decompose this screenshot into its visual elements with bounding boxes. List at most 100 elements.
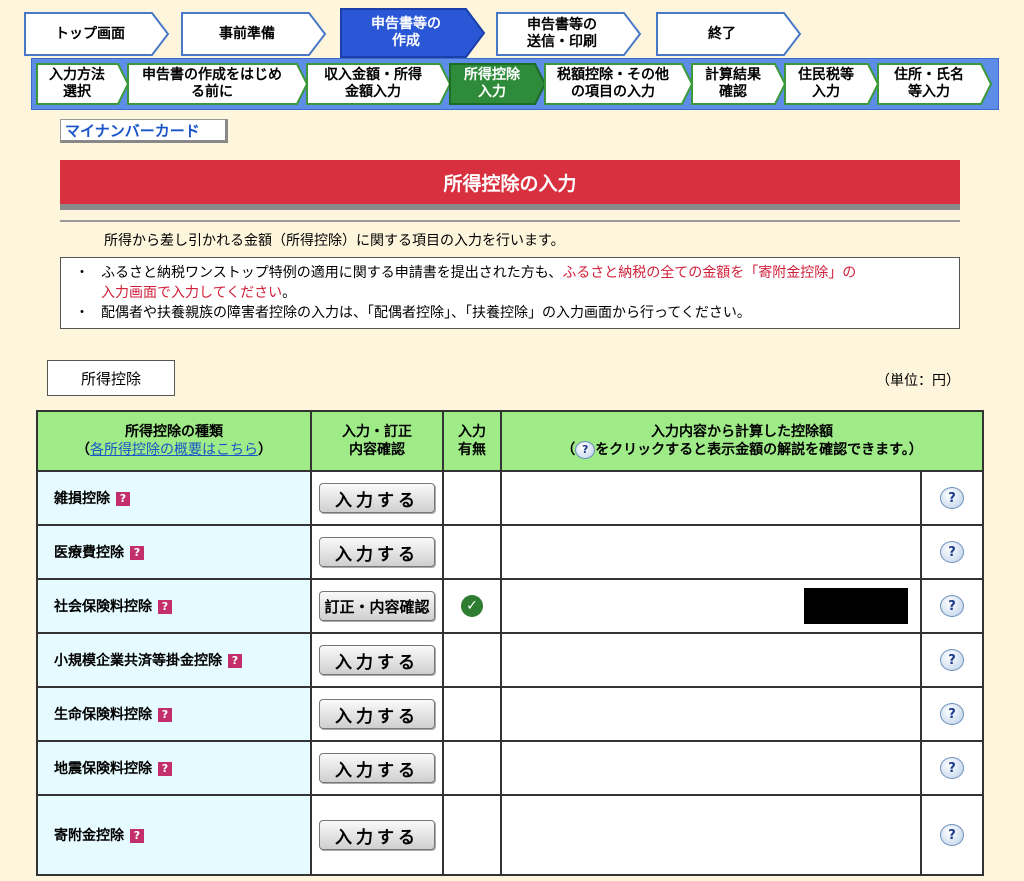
substep: 収入金額・所得 金額入力 <box>306 63 452 105</box>
substep-label: 住所・氏名 等入力 <box>894 67 964 100</box>
col-header-type: 所得控除の種類 （各所得控除の概要はこちら） <box>36 410 312 472</box>
title-underline <box>60 204 960 210</box>
substep: 住所・氏名 等入力 <box>877 63 993 105</box>
table-row: 地震保険料控除? 入力する ? <box>36 740 984 796</box>
substep-active: 所得控除 入力 <box>449 63 547 105</box>
progress-steps: トップ画面 事前準備 申告書等の 作成 申告書等の 送信・印刷 終了 <box>0 0 1024 60</box>
deduction-name: 寄附金控除 <box>54 828 124 844</box>
substep-label: 税額控除・その他 の項目の入力 <box>557 67 669 100</box>
substep: 税額控除・その他 の項目の入力 <box>544 63 694 105</box>
substep: 計算結果 確認 <box>691 63 787 105</box>
mynumber-card-label: マイナンバーカード <box>60 119 228 143</box>
question-mark-icon[interactable]: ? <box>158 600 172 614</box>
deduction-name: 医療費控除 <box>54 545 124 561</box>
amount-cell <box>500 740 922 796</box>
substep-label: 収入金額・所得 金額入力 <box>324 67 422 100</box>
col-header-entered: 入力 有無 <box>442 410 502 472</box>
table-row: 雑損控除? 入力する ? <box>36 470 984 526</box>
amount-cell <box>500 686 922 742</box>
step-prep: 事前準備 <box>181 12 327 56</box>
notice-box: ・ ふるさと納税ワンストップ特例の適用に関する申請書を提出された方も、ふるさと納… <box>60 257 960 329</box>
sub-progress-steps: 入力方法 選択 申告書の作成をはじめ る前に 収入金額・所得 金額入力 所得控除… <box>31 58 999 110</box>
deduction-name: 地震保険料控除 <box>54 761 152 777</box>
note1-warning-cont: 入力画面で入力してください <box>101 285 283 301</box>
amount-cell <box>500 578 922 634</box>
amount-cell <box>500 632 922 688</box>
input-button[interactable]: 入力する <box>319 753 435 783</box>
substep: 入力方法 選択 <box>36 63 130 105</box>
input-button[interactable]: 入力する <box>319 820 435 850</box>
step-top: トップ画面 <box>24 12 170 56</box>
table-row: 寄附金控除? 入力する ? <box>36 794 984 876</box>
substep: 住民税等 入力 <box>784 63 880 105</box>
step-end: 終了 <box>656 12 802 56</box>
deduction-name: 生命保険料控除 <box>54 707 152 723</box>
question-bubble-icon[interactable]: ? <box>940 541 964 563</box>
substep-label: 所得控除 入力 <box>464 67 520 100</box>
note2-text: 配偶者や扶養親族の障害者控除の入力は、「配偶者控除」、「扶養控除」の入力画面から… <box>101 305 751 321</box>
col-title: 入力内容から計算した控除額 <box>651 424 833 440</box>
question-mark-icon[interactable]: ? <box>116 492 130 506</box>
entered-status: ✓ <box>442 578 502 634</box>
table-row: 医療費控除? 入力する ? <box>36 524 984 580</box>
question-mark-icon[interactable]: ? <box>228 654 242 668</box>
step-label: 終了 <box>708 25 736 42</box>
note1-text: ふるさと納税ワンストップ特例の適用に関する申請書を提出された方も、 <box>101 265 563 281</box>
entered-status <box>442 794 502 876</box>
substep-label: 計算結果 確認 <box>705 67 761 100</box>
question-bubble-icon[interactable]: ? <box>940 703 964 725</box>
deduction-name: 小規模企業共済等掛金控除 <box>54 653 222 669</box>
title-divider <box>60 220 960 222</box>
input-button[interactable]: 入力する <box>319 699 435 729</box>
question-mark-icon[interactable]: ? <box>130 829 144 843</box>
col-title: 所得控除の種類 <box>125 424 223 440</box>
substep-label: 住民税等 入力 <box>798 67 854 100</box>
overview-link[interactable]: 各所得控除の概要はこちら <box>90 442 258 458</box>
col-header-input: 入力・訂正 内容確認 <box>310 410 444 472</box>
section-tab: 所得控除 <box>47 360 175 396</box>
check-icon: ✓ <box>461 595 483 617</box>
step-send: 申告書等の 送信・印刷 <box>496 12 642 56</box>
edit-confirm-button[interactable]: 訂正・内容確認 <box>319 591 435 621</box>
question-mark-icon[interactable]: ? <box>158 708 172 722</box>
amount-cell <box>500 470 922 526</box>
substep-label: 入力方法 選択 <box>49 67 105 100</box>
question-bubble-icon[interactable]: ? <box>940 824 964 846</box>
input-button[interactable]: 入力する <box>319 645 435 675</box>
deduction-name: 雑損控除 <box>54 491 110 507</box>
col-title: 有無 <box>458 442 486 458</box>
entered-status <box>442 632 502 688</box>
col-title: 内容確認 <box>349 442 405 458</box>
table-row: 社会保険料控除? 訂正・内容確認 ✓ ? <box>36 578 984 634</box>
question-mark-icon[interactable]: ? <box>158 762 172 776</box>
question-mark-icon[interactable]: ? <box>130 546 144 560</box>
bullet: ・ <box>75 305 89 321</box>
substep: 申告書の作成をはじめ る前に <box>127 63 309 105</box>
question-bubble-icon[interactable]: ? <box>940 757 964 779</box>
substep-label: 申告書の作成をはじめ る前に <box>142 67 282 100</box>
step-create-active: 申告書等の 作成 <box>340 8 486 58</box>
input-button[interactable]: 入力する <box>319 537 435 567</box>
question-bubble-icon[interactable]: ? <box>940 595 964 617</box>
table-row: 小規模企業共済等掛金控除? 入力する ? <box>36 632 984 688</box>
step-label: 申告書等の 作成 <box>371 16 441 49</box>
deduction-name: 社会保険料控除 <box>54 599 152 615</box>
col-header-amount: 入力内容から計算した控除額 （? をクリックすると表示金額の解説を確認できます。） <box>500 410 984 472</box>
col-title: （ <box>561 442 576 458</box>
note1-warning: ふるさと納税の全ての金額を「寄附金控除」の <box>562 265 857 281</box>
entered-status <box>442 740 502 796</box>
entered-status <box>442 524 502 580</box>
input-button[interactable]: 入力する <box>319 483 435 513</box>
amount-cell <box>500 794 922 876</box>
redacted-amount <box>804 588 908 624</box>
bullet: ・ <box>75 265 89 281</box>
entered-status <box>442 470 502 526</box>
question-bubble-icon[interactable]: ? <box>940 649 964 671</box>
question-bubble-icon[interactable]: ? <box>940 487 964 509</box>
intro-text: 所得から差し引かれる金額（所得控除）に関する項目の入力を行います。 <box>104 233 565 249</box>
col-title: 入力 <box>458 424 486 440</box>
step-label: 申告書等の 送信・印刷 <box>527 17 597 50</box>
entered-status <box>442 686 502 742</box>
note1-suffix: 。 <box>282 285 297 301</box>
question-bubble-icon: ? <box>575 441 596 459</box>
